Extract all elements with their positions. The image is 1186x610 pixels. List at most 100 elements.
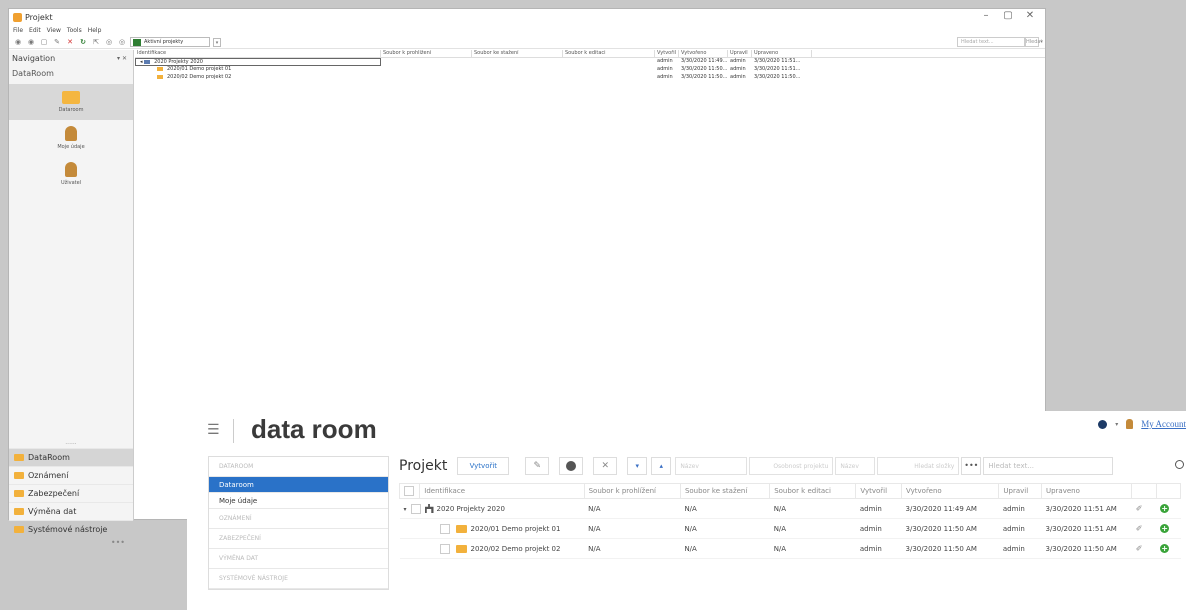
search-input[interactable]: Hledat text... <box>957 37 1025 47</box>
web-header: ☰ data room ▾ My Account <box>187 411 1186 451</box>
move-down-icon[interactable]: ▾ <box>627 457 648 475</box>
back-icon[interactable]: ◉ <box>13 38 23 46</box>
chevron-down-icon[interactable]: ▾ <box>213 37 221 47</box>
col-view-file[interactable]: Soubor k prohlížení <box>381 50 472 57</box>
org-icon <box>424 504 434 513</box>
table-row[interactable]: 2020/01 Demo projekt 01 N/A N/A N/A admi… <box>399 518 1181 539</box>
nav-section-title: DataRoom <box>12 69 54 78</box>
add-icon[interactable]: + <box>1160 504 1170 513</box>
refresh-icon[interactable]: ↻ <box>78 38 88 46</box>
table-row[interactable]: 2020/02 Demo projekt 02 admin 3/30/2020 … <box>135 74 1045 82</box>
col-identification[interactable]: Identifikace <box>135 50 381 57</box>
menu-file[interactable]: File <box>13 27 23 34</box>
col-modified-by[interactable]: Upravil <box>728 50 752 57</box>
settings-icon[interactable]: ◎ <box>104 38 114 46</box>
sidebar-section-announcements[interactable]: OZNÁMENÍ <box>209 509 388 529</box>
filter-icon <box>133 38 141 46</box>
nav-tile-dataroom[interactable]: Dataroom <box>9 84 133 120</box>
user-icon <box>1126 419 1134 429</box>
search-button[interactable]: Hledat <box>1025 37 1042 47</box>
sidebar-item-my-data[interactable]: Moje údaje <box>209 493 388 509</box>
col-download-file[interactable]: Soubor ke stažení <box>679 483 771 499</box>
nav-group-dataroom[interactable]: DataRoom <box>9 448 133 466</box>
col-edit-file[interactable]: Soubor k editaci <box>769 483 857 499</box>
col-modified[interactable]: Upraveno <box>1040 483 1133 499</box>
select-all-cell[interactable] <box>398 483 421 499</box>
folder-icon <box>157 66 163 71</box>
collapse-icon[interactable]: ▾ <box>404 506 407 513</box>
move-up-icon[interactable]: ▴ <box>651 457 672 475</box>
menu-icon[interactable]: ☰ <box>207 422 220 438</box>
grid-header: Identifikace Soubor k prohlížení Soubor … <box>135 50 1045 58</box>
more-button[interactable]: ••• <box>961 457 982 475</box>
export-icon[interactable]: ⇱ <box>91 38 101 46</box>
col-view-file[interactable]: Soubor k prohlížení <box>583 483 681 499</box>
nav-tile-my-data[interactable]: Moje údaje <box>9 120 133 156</box>
search-icon[interactable] <box>1175 460 1184 469</box>
splitter-handle[interactable]: ...... <box>9 439 133 446</box>
menu-edit[interactable]: Edit <box>29 27 41 34</box>
more-icon[interactable]: ••• <box>9 538 133 552</box>
add-icon[interactable]: + <box>1160 524 1170 533</box>
project-filter[interactable]: Osobnost projektu <box>749 457 834 475</box>
delete-button[interactable]: ✕ <box>593 457 618 475</box>
name-filter-2[interactable]: Název <box>835 457 876 475</box>
new-icon[interactable]: ▢ <box>39 38 49 46</box>
eye-icon[interactable]: ◎ <box>117 38 127 46</box>
chevron-down-icon[interactable]: ▾ <box>1115 421 1118 428</box>
table-row[interactable]: ▾ 2020 Projekty 2020 N/A N/A N/A admin 3/… <box>399 498 1181 519</box>
row-checkbox[interactable] <box>439 523 450 534</box>
filter-combo[interactable]: Aktivní projekty <box>130 37 210 47</box>
col-add-action <box>1155 483 1182 499</box>
select-all-checkbox[interactable] <box>404 486 414 496</box>
sidebar-section-dataroom[interactable]: DATAROOM <box>209 457 388 477</box>
search-input[interactable]: Hledat text... <box>983 457 1114 475</box>
col-download-file[interactable]: Soubor ke stažení <box>472 50 563 57</box>
edit-icon[interactable]: ✐ <box>1136 504 1143 513</box>
col-identification[interactable]: Identifikace <box>419 483 585 499</box>
nav-tile-user[interactable]: Uživatel <box>9 156 133 192</box>
col-edit-file[interactable]: Soubor k editaci <box>563 50 655 57</box>
globe-icon[interactable] <box>1098 419 1108 429</box>
sidebar-section-data-exchange[interactable]: VÝMĚNA DAT <box>209 549 388 569</box>
close-button[interactable]: ✕ <box>1019 10 1041 21</box>
folder-search[interactable]: Hledat složky <box>877 457 960 475</box>
name-filter[interactable]: Název <box>675 457 748 475</box>
col-modified-by[interactable]: Upravil <box>998 483 1042 499</box>
maximize-button[interactable]: ▢ <box>997 10 1019 21</box>
nav-group-data-exchange[interactable]: Výměna dat <box>9 502 133 520</box>
table-row[interactable]: 2020/02 Demo projekt 02 N/A N/A N/A admi… <box>399 538 1181 559</box>
sidebar-section-security[interactable]: ZABEZPEČENÍ <box>209 529 388 549</box>
edit-icon[interactable]: ✐ <box>1136 524 1143 533</box>
sidebar-item-dataroom[interactable]: Dataroom <box>209 477 388 493</box>
chevron-down-icon[interactable]: ⌄ <box>1039 37 1045 44</box>
forward-icon[interactable]: ◉ <box>26 38 36 46</box>
col-created[interactable]: Vytvořeno <box>679 50 728 57</box>
menu-view[interactable]: View <box>47 27 61 34</box>
menu-help[interactable]: Help <box>88 27 102 34</box>
table-row[interactable]: ◂ 2020 Projekty 2020 admin 3/30/2020 11:… <box>135 58 1045 66</box>
nav-group-security[interactable]: Zabezpečení <box>9 484 133 502</box>
sidebar-section-system-tools[interactable]: SYSTÉMOVÉ NÁSTROJE <box>209 569 388 589</box>
link-icon[interactable]: ✎ <box>525 457 550 475</box>
table-row[interactable]: 2020/01 Demo projekt 01 admin 3/30/2020 … <box>135 66 1045 74</box>
row-checkbox[interactable] <box>410 503 421 514</box>
col-created-by[interactable]: Vytvořil <box>655 50 679 57</box>
add-icon[interactable]: + <box>1160 544 1170 553</box>
nav-group-announcements[interactable]: Oznámení <box>9 466 133 484</box>
nav-group-system-tools[interactable]: Systémové nástroje <box>9 520 133 538</box>
minimize-button[interactable]: – <box>975 10 997 21</box>
row-checkbox[interactable] <box>439 543 450 554</box>
view-button[interactable] <box>559 457 584 475</box>
create-button[interactable]: Vytvořit <box>457 457 510 475</box>
link-icon[interactable]: ✎ <box>52 38 62 46</box>
col-modified[interactable]: Upraveno <box>752 50 812 57</box>
col-created[interactable]: Vytvořeno <box>901 483 1000 499</box>
col-created-by[interactable]: Vytvořil <box>855 483 903 499</box>
delete-icon[interactable]: ✕ <box>65 38 75 46</box>
edit-icon[interactable]: ✐ <box>1136 544 1143 553</box>
menu-tools[interactable]: Tools <box>67 27 82 34</box>
my-account-link[interactable]: My Account <box>1141 419 1186 429</box>
pin-close-icon[interactable]: ▾ ✕ <box>117 55 127 62</box>
header-divider <box>233 419 234 443</box>
